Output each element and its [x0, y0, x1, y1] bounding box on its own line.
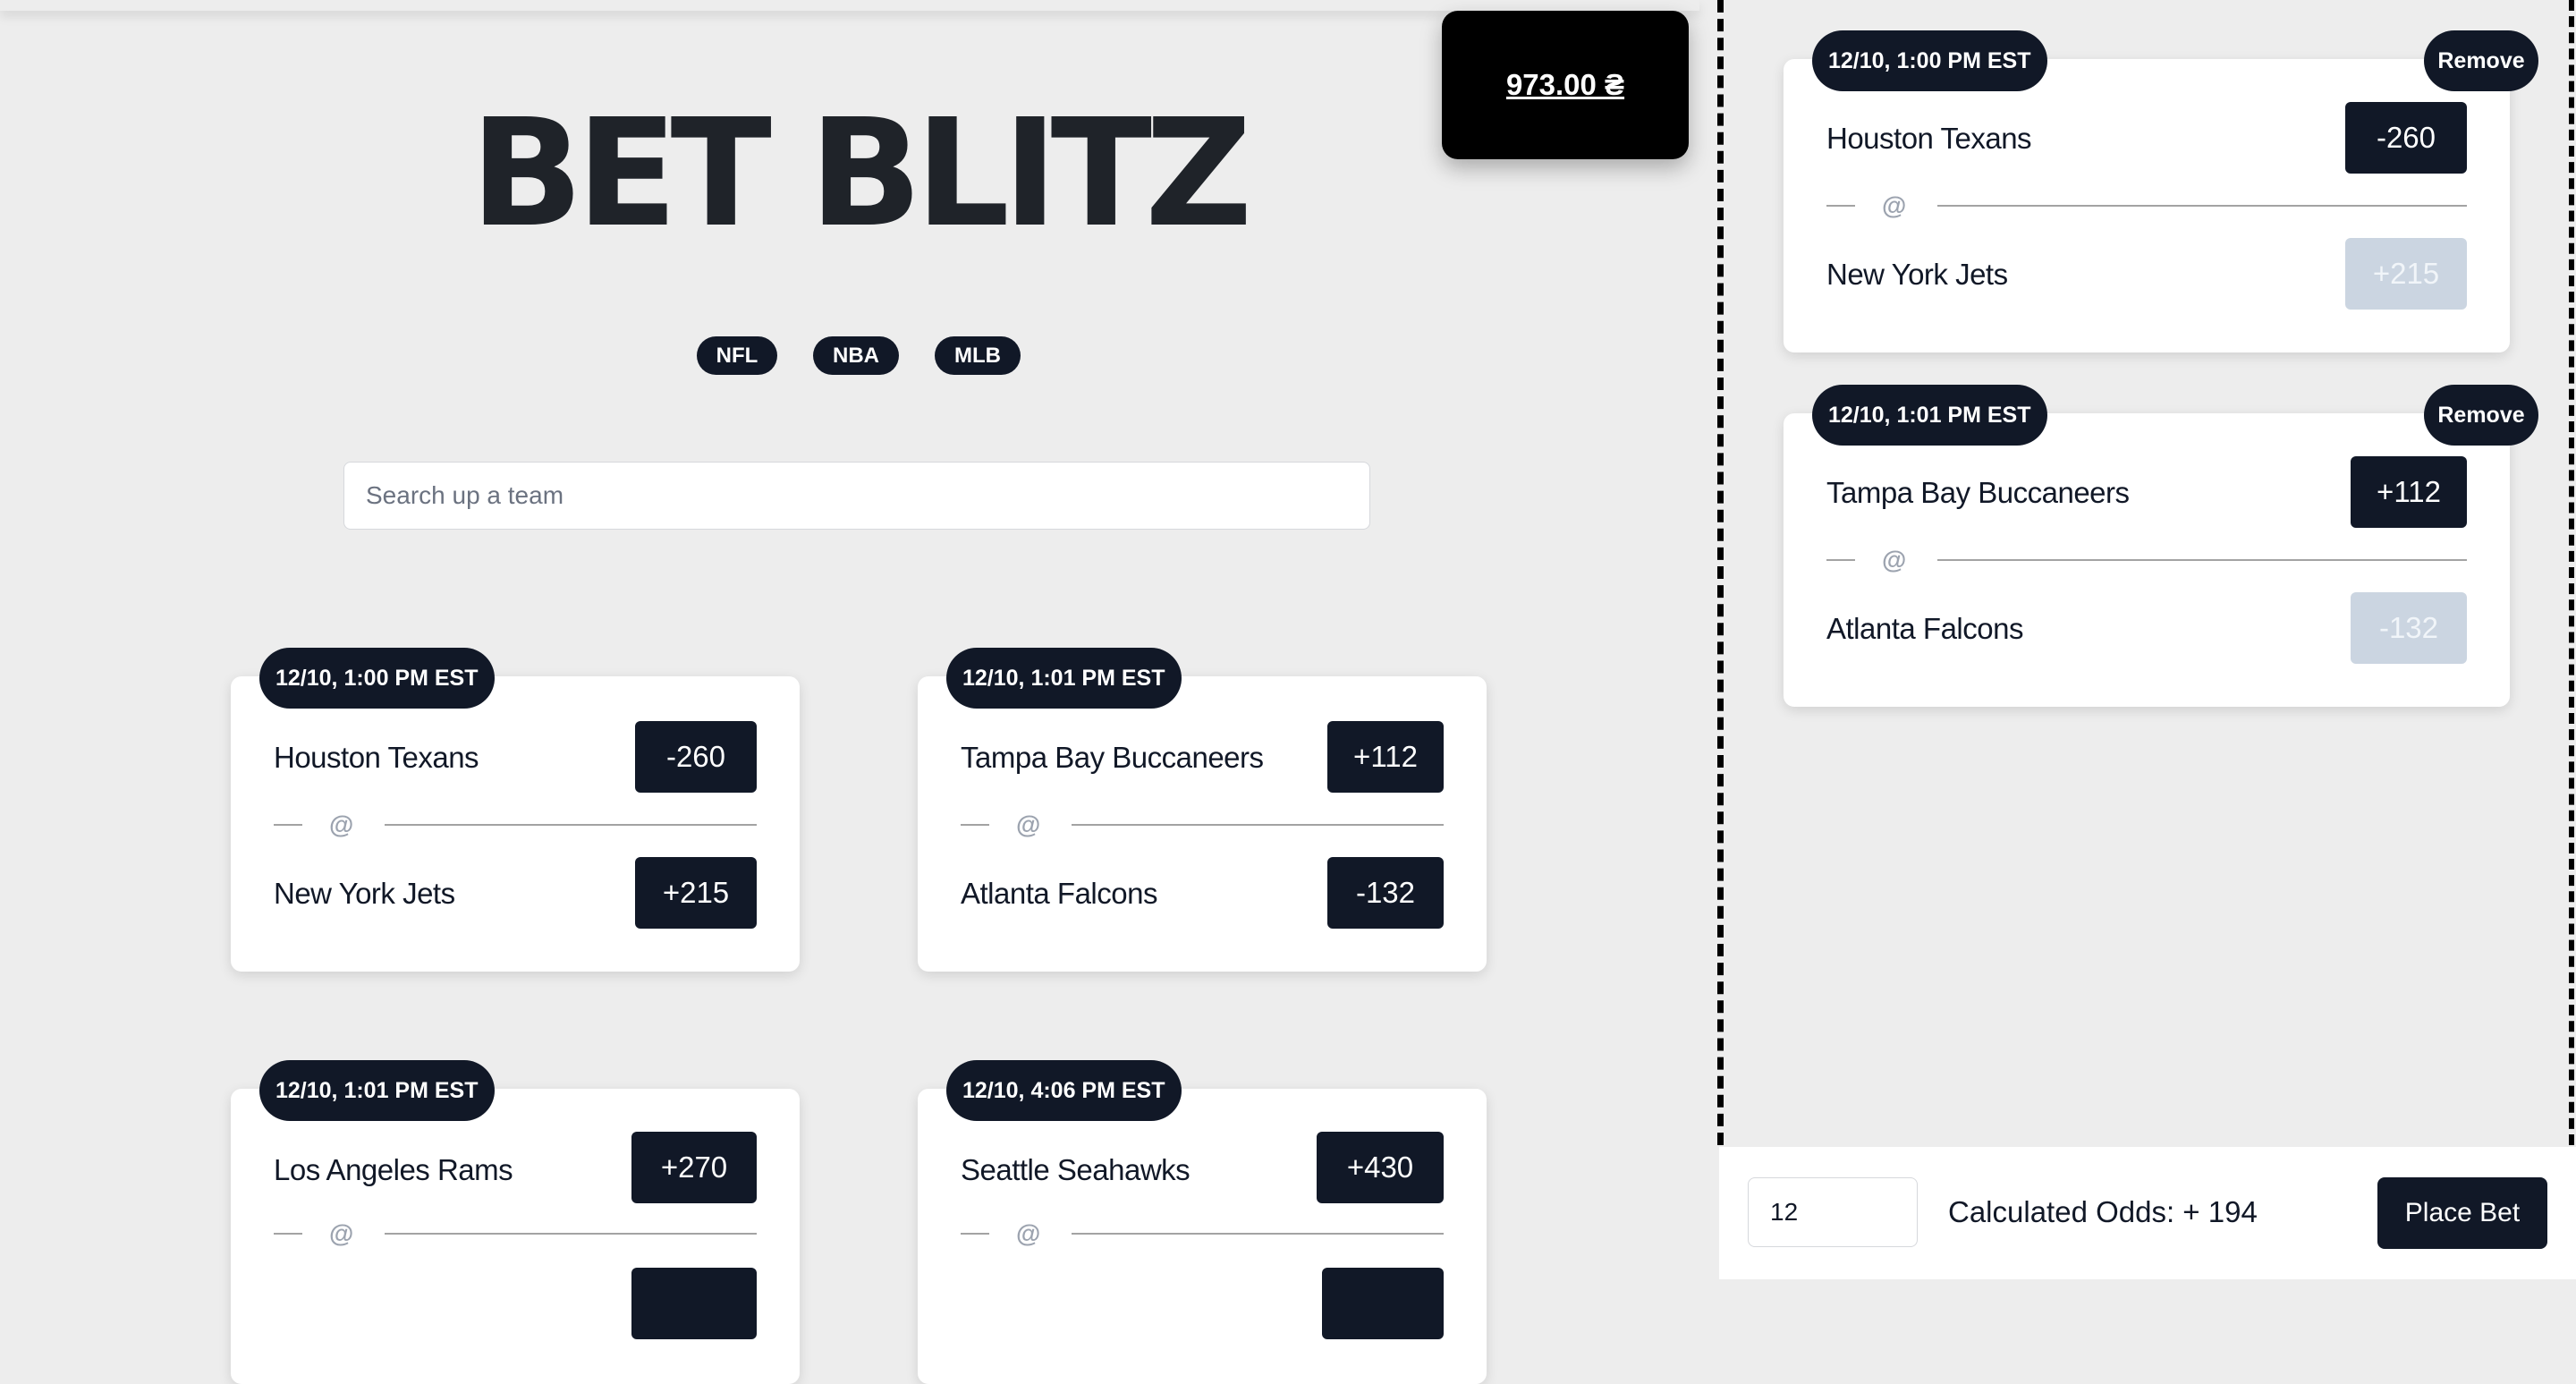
betslip-divider — [1717, 0, 1724, 1145]
betslip-item: 12/10, 1:01 PM EST Remove Tampa Bay Bucc… — [1784, 385, 2538, 707]
matchup-separator: @ — [1826, 546, 2467, 573]
away-odds-button[interactable]: +112 — [2351, 456, 2467, 528]
home-odds-button[interactable] — [1322, 1268, 1444, 1339]
at-symbol: @ — [329, 1219, 354, 1247]
at-symbol: @ — [329, 811, 354, 838]
home-odds-button[interactable] — [631, 1268, 757, 1339]
at-symbol: @ — [1882, 546, 1907, 573]
remove-button[interactable]: Remove — [2424, 385, 2538, 446]
game-card: 12/10, 1:01 PM EST Tampa Bay Buccaneers … — [918, 648, 1487, 972]
betslip-footer: Calculated Odds: + 194 Place Bet — [1719, 1147, 2576, 1279]
team-search-input[interactable] — [343, 462, 1370, 530]
away-team-name: Houston Texans — [274, 741, 479, 774]
away-odds-button[interactable]: -260 — [635, 721, 757, 793]
away-team-name: Seattle Seahawks — [961, 1153, 1191, 1186]
home-team-name: Atlanta Falcons — [1826, 612, 2023, 645]
game-time-badge: 12/10, 1:00 PM EST — [1812, 30, 2047, 91]
away-odds-button[interactable]: +112 — [1327, 721, 1444, 793]
game-time-badge: 12/10, 4:06 PM EST — [946, 1060, 1182, 1121]
calculated-odds: Calculated Odds: + 194 — [1948, 1195, 2258, 1228]
remove-button[interactable]: Remove — [2424, 30, 2538, 91]
matchup-separator: @ — [961, 811, 1444, 838]
at-symbol: @ — [1016, 1219, 1041, 1247]
away-team-name: Los Angeles Rams — [274, 1153, 513, 1186]
at-symbol: @ — [1882, 191, 1907, 219]
game-card: 12/10, 1:00 PM EST Houston Texans -260 @… — [231, 648, 800, 972]
home-team-name: Atlanta Falcons — [961, 877, 1157, 910]
home-team-name: New York Jets — [274, 877, 455, 910]
home-odds-button[interactable]: +215 — [635, 857, 757, 929]
home-team-name: New York Jets — [1826, 258, 2008, 291]
away-odds-button[interactable]: +430 — [1317, 1132, 1444, 1203]
wager-amount-input[interactable] — [1748, 1177, 1918, 1247]
away-odds-button[interactable]: -260 — [2345, 102, 2467, 174]
matchup-separator: @ — [274, 811, 757, 838]
betslip-item: 12/10, 1:00 PM EST Remove Houston Texans… — [1784, 30, 2538, 352]
top-bar-shadow — [0, 0, 1699, 11]
away-team-name: Tampa Bay Buccaneers — [1826, 476, 2130, 509]
betslip-right-border — [2569, 0, 2574, 1145]
league-tab-mlb[interactable]: MLB — [935, 336, 1021, 375]
league-tab-nba[interactable]: NBA — [813, 336, 899, 375]
matchup-separator: @ — [961, 1219, 1444, 1247]
home-odds-button-disabled[interactable]: +215 — [2345, 238, 2467, 310]
game-time-badge: 12/10, 1:01 PM EST — [259, 1060, 495, 1121]
home-odds-button-disabled[interactable]: -132 — [2351, 592, 2467, 664]
away-team-name: Houston Texans — [1826, 122, 2032, 155]
away-odds-button[interactable]: +270 — [631, 1132, 757, 1203]
away-team-name: Tampa Bay Buccaneers — [961, 741, 1264, 774]
page-title: BET BLITZ — [470, 88, 1253, 260]
matchup-separator: @ — [274, 1219, 757, 1247]
place-bet-button[interactable]: Place Bet — [2377, 1177, 2547, 1249]
game-time-badge: 12/10, 1:00 PM EST — [259, 648, 495, 709]
game-time-badge: 12/10, 1:01 PM EST — [1812, 385, 2047, 446]
game-time-badge: 12/10, 1:01 PM EST — [946, 648, 1182, 709]
at-symbol: @ — [1016, 811, 1041, 838]
balance-amount: 973.00 ₴ — [1505, 68, 1625, 101]
league-tab-nfl[interactable]: NFL — [697, 336, 777, 375]
home-odds-button[interactable]: -132 — [1327, 857, 1444, 929]
game-card: 12/10, 4:06 PM EST Seattle Seahawks +430… — [918, 1060, 1487, 1384]
matchup-separator: @ — [1826, 191, 2467, 219]
game-card: 12/10, 1:01 PM EST Los Angeles Rams +270… — [231, 1060, 800, 1384]
